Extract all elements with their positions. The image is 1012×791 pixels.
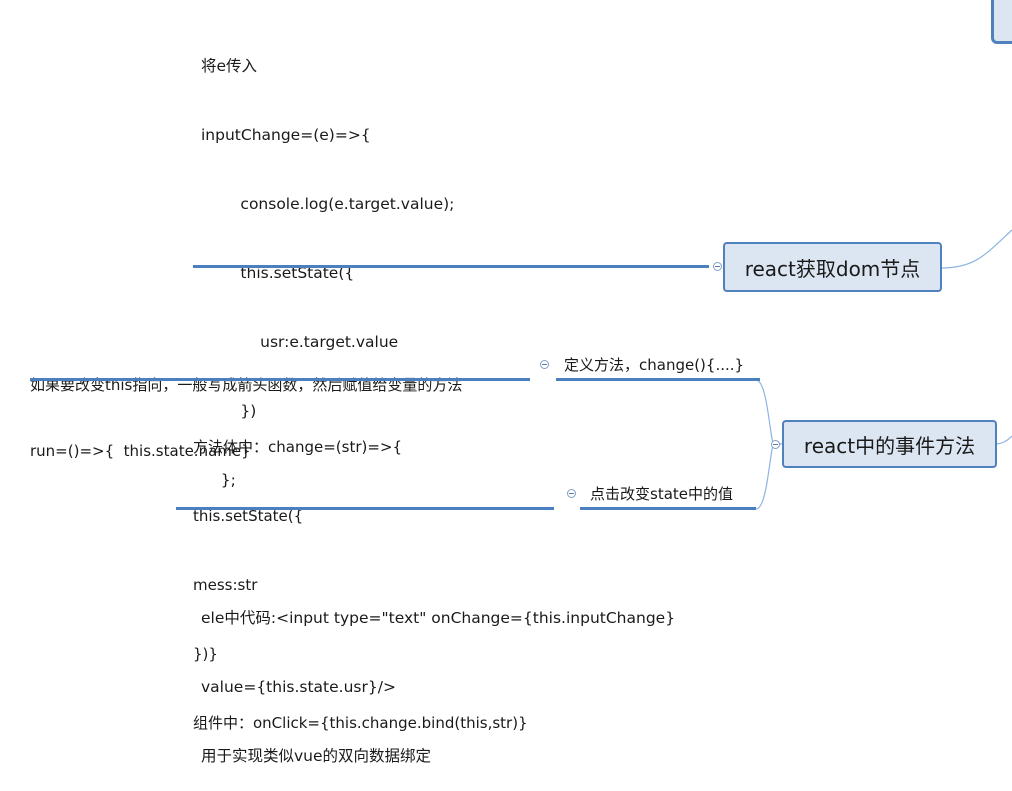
topic-react-events[interactable]: react中的事件方法 xyxy=(782,420,997,468)
note-line: console.log(e.target.value); xyxy=(201,195,455,213)
note-line: })} xyxy=(193,645,218,663)
dom-note-underline xyxy=(193,265,709,268)
topic-label: react获取dom节点 xyxy=(744,256,921,281)
topic-label: react中的事件方法 xyxy=(803,433,976,458)
connector-event-to-root xyxy=(995,435,1012,445)
click-change-underline xyxy=(580,507,756,510)
collapse-toggle-icon[interactable] xyxy=(713,262,722,271)
collapse-toggle-icon[interactable] xyxy=(771,440,780,449)
note-line: inputChange=(e)=>{ xyxy=(201,126,371,144)
collapse-toggle-icon[interactable] xyxy=(567,489,576,498)
click-note-underline xyxy=(176,507,554,510)
define-method-label[interactable]: 定义方法，change(){....} xyxy=(564,354,744,375)
click-change-label[interactable]: 点击改变state中的值 xyxy=(590,483,733,504)
note-line: 组件中：onClick={this.change.bind(this,str)} xyxy=(193,714,528,732)
define-method-underline xyxy=(556,378,760,381)
collapse-toggle-icon[interactable] xyxy=(540,360,549,369)
connector-dom-to-root xyxy=(940,229,1012,269)
root-node-partial[interactable] xyxy=(991,0,1012,44)
note-line: mess:str xyxy=(193,576,258,594)
note-line: 方法体中：change=(str)=>{ xyxy=(193,438,403,456)
click-note: 方法体中：change=(str)=>{ this.setState({ mes… xyxy=(193,390,528,758)
define-note-underline xyxy=(30,378,530,381)
note-line: 将e传入 xyxy=(201,57,258,75)
topic-react-dom[interactable]: react获取dom节点 xyxy=(723,242,942,292)
